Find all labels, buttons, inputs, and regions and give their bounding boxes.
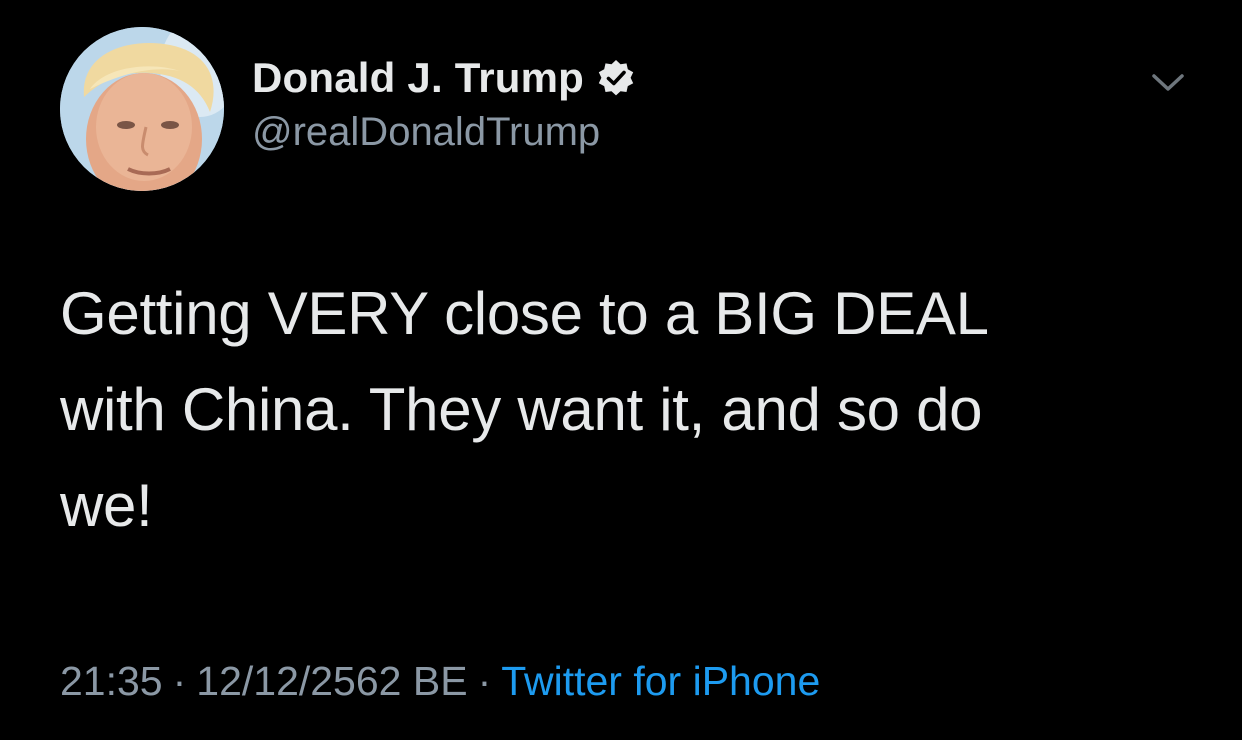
tweet-text-line: we! bbox=[60, 472, 153, 539]
tweet-text-line: with China. They want it, and so do bbox=[60, 376, 983, 443]
profile-photo bbox=[60, 27, 224, 191]
chevron-down-icon[interactable] bbox=[1148, 68, 1188, 98]
author-handle[interactable]: @realDonaldTrump bbox=[252, 110, 600, 155]
tweet-text: Getting VERY close to a BIG DEAL with Ch… bbox=[60, 266, 1160, 554]
tweet-card: Donald J. Trump @realDonaldTrump Getting… bbox=[0, 0, 1242, 740]
author-display-name[interactable]: Donald J. Trump bbox=[252, 54, 584, 102]
meta-separator: · bbox=[477, 658, 492, 704]
meta-separator: · bbox=[172, 658, 187, 704]
tweet-source-link[interactable]: Twitter for iPhone bbox=[501, 658, 820, 704]
tweet-time[interactable]: 21:35 bbox=[60, 658, 163, 704]
verified-badge-icon bbox=[596, 58, 636, 98]
avatar[interactable] bbox=[60, 27, 224, 191]
tweet-date[interactable]: 12/12/2562 BE bbox=[196, 658, 467, 704]
author-name-row[interactable]: Donald J. Trump bbox=[252, 50, 636, 106]
tweet-text-line: Getting VERY close to a BIG DEAL bbox=[60, 280, 989, 347]
tweet-meta: 21:35 · 12/12/2562 BE · Twitter for iPhone bbox=[60, 658, 820, 705]
